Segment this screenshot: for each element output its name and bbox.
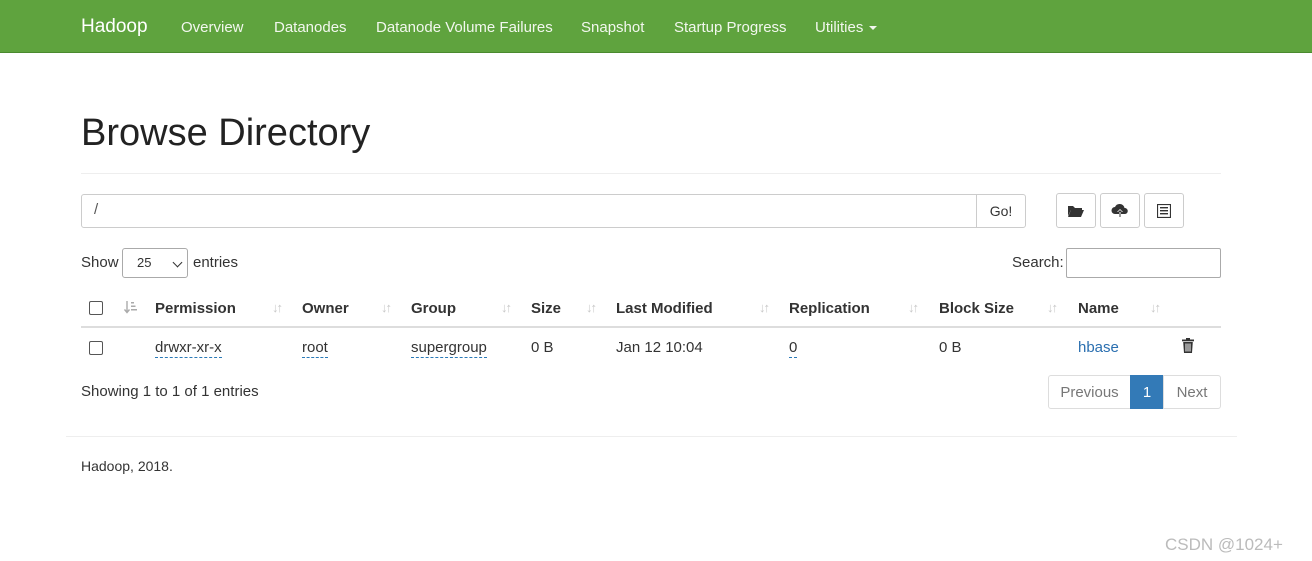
sort-icon[interactable]: ↓↑ [1047,300,1058,315]
show-label: Show [81,254,119,271]
last-modified-cell: Jan 12 10:04 [616,339,703,356]
entries-select[interactable]: 25 [122,248,188,278]
footer-text: Hadoop, 2018. [81,458,173,474]
table-header-divider [81,326,1221,328]
column-header-block-size[interactable]: Block Size [939,300,1014,317]
list-icon [1157,203,1171,218]
cut-paste-button[interactable] [1144,193,1184,228]
nav-datanode-volume-failures[interactable]: Datanode Volume Failures [376,19,553,36]
column-header-owner[interactable]: Owner [302,300,349,317]
page-1-button[interactable]: 1 [1130,375,1164,409]
brand-link[interactable]: Hadoop [81,16,148,38]
select-all-checkbox[interactable] [89,301,103,315]
go-button[interactable]: Go! [976,194,1026,228]
cloud-upload-icon [1111,203,1128,217]
nav-datanodes[interactable]: Datanodes [274,19,347,36]
nav-startup-progress[interactable]: Startup Progress [674,19,787,36]
owner-cell[interactable]: root [302,339,328,358]
directory-path-input[interactable]: / [81,194,977,228]
permission-cell[interactable]: drwxr-xr-x [155,339,222,358]
title-divider [81,173,1221,174]
page-title: Browse Directory [81,112,371,154]
sort-icon[interactable]: ↓↑ [272,300,283,315]
column-header-name[interactable]: Name [1078,300,1119,317]
sort-icon[interactable]: ↓↑ [381,300,392,315]
column-header-replication[interactable]: Replication [789,300,870,317]
footer-divider [66,436,1237,437]
watermark: CSDN @1024+ [1165,535,1283,554]
sort-icon[interactable]: ↓↑ [908,300,919,315]
sort-icon[interactable]: ↓↑ [501,300,512,315]
nav-snapshot[interactable]: Snapshot [581,19,644,36]
chevron-down-icon [172,257,183,268]
sort-icon[interactable]: ↓↑ [759,300,770,315]
entries-select-value: 25 [137,255,152,270]
column-header-permission[interactable]: Permission [155,300,236,317]
previous-button[interactable]: Previous [1048,375,1131,409]
row-checkbox[interactable] [89,341,103,355]
column-header-last-modified[interactable]: Last Modified [616,300,713,317]
pagination-info: Showing 1 to 1 of 1 entries [81,383,259,400]
caret-down-icon [869,26,878,31]
search-label: Search: [1012,254,1064,271]
search-input[interactable] [1066,248,1221,278]
group-cell[interactable]: supergroup [411,339,487,358]
navbar: Hadoop Overview Datanodes Datanode Volum… [0,0,1312,53]
column-header-group[interactable]: Group [411,300,456,317]
folder-open-icon [1068,205,1084,217]
name-link[interactable]: hbase [1078,339,1119,356]
block-size-cell: 0 B [939,339,962,356]
sort-icon[interactable]: ↓↑ [1150,300,1161,315]
nav-utilities-label: Utilities [815,19,864,36]
next-button[interactable]: Next [1163,375,1221,409]
column-header-size[interactable]: Size [531,300,561,317]
nav-utilities[interactable]: Utilities [815,19,878,36]
trash-icon[interactable] [1182,338,1194,353]
replication-cell[interactable]: 0 [789,339,798,358]
size-cell: 0 B [531,339,554,356]
create-directory-button[interactable] [1056,193,1096,228]
upload-files-button[interactable] [1100,193,1140,228]
nav-overview[interactable]: Overview [181,19,244,36]
sort-icon[interactable]: ↓↑ [586,300,597,315]
sort-asc-icon[interactable] [124,300,138,315]
entries-label: entries [193,254,239,271]
